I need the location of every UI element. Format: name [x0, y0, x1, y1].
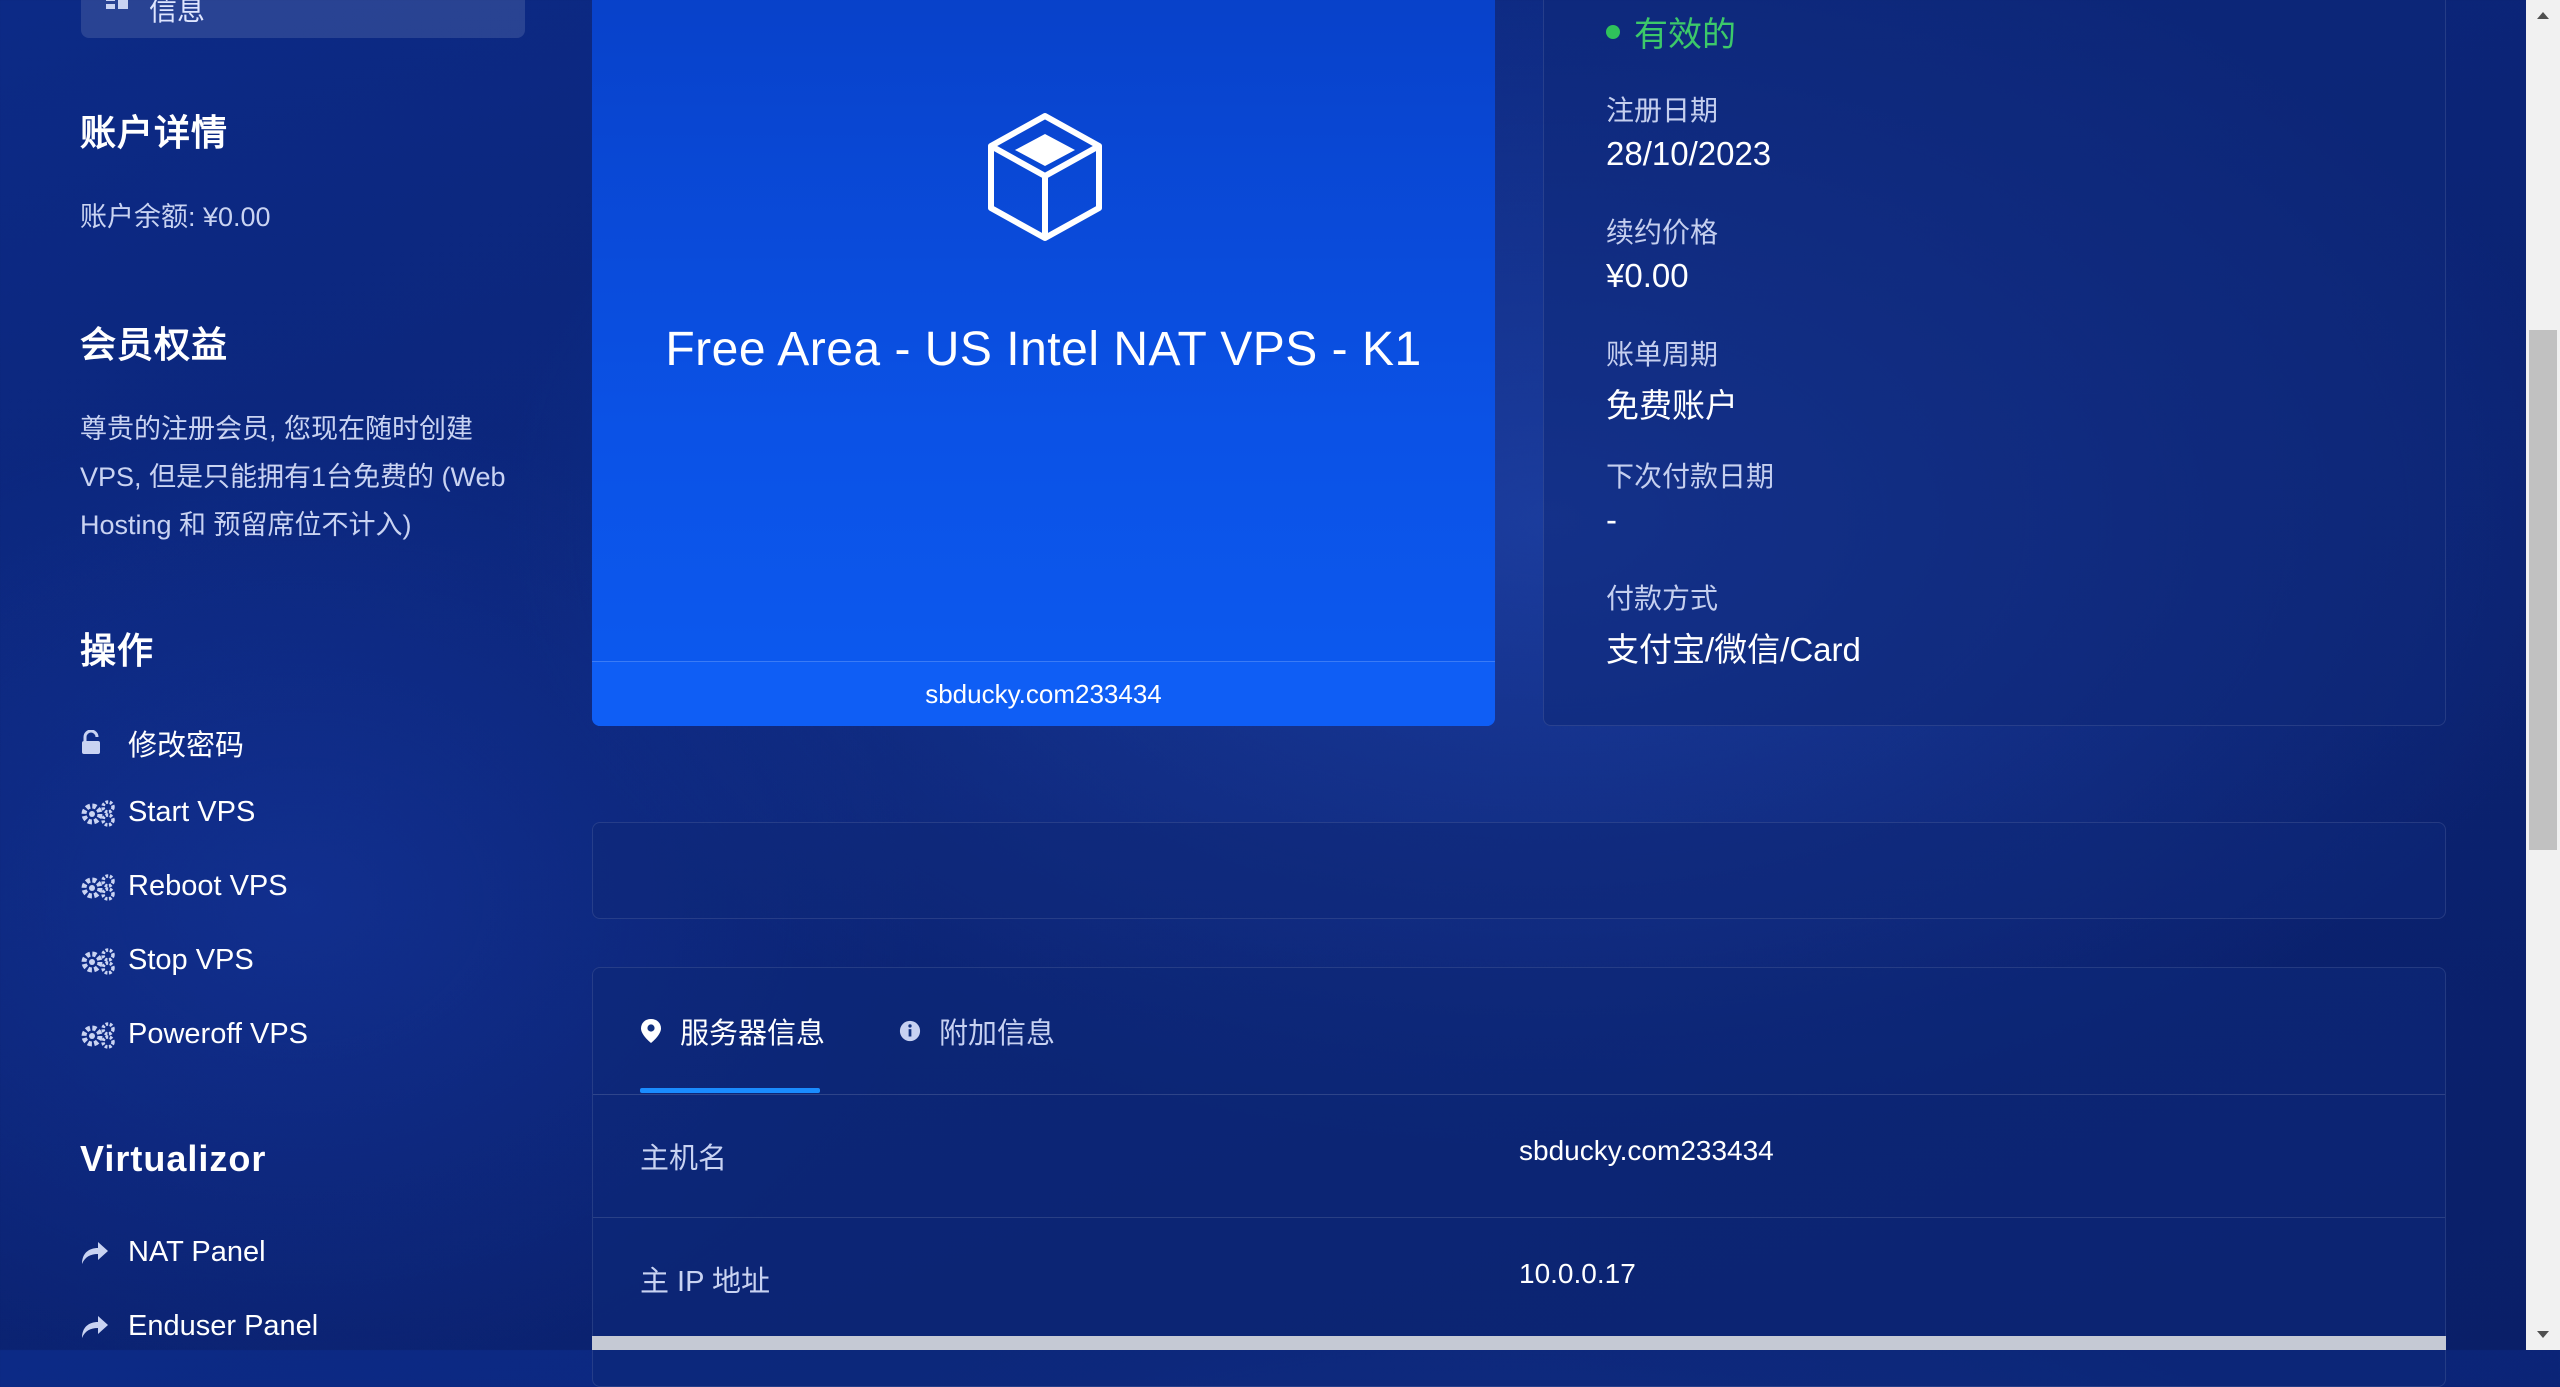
primary-ip-value: 10.0.0.17 — [1519, 1258, 1636, 1289]
lock-icon — [82, 730, 100, 754]
registered-date-label: 注册日期 — [1606, 95, 1719, 126]
gears-icon — [81, 873, 115, 901]
gears-icon — [81, 799, 115, 827]
tab-bar: 服务器信息 附加信息 — [593, 968, 2445, 1095]
account-balance: 账户余额: ¥0.00 — [80, 202, 271, 232]
tab-server-info[interactable]: 服务器信息 — [640, 968, 825, 1094]
scrollbar[interactable] — [2526, 0, 2560, 1350]
poweroff-vps-link[interactable]: Poweroff VPS — [80, 1018, 308, 1051]
stop-vps-link[interactable]: Stop VPS — [80, 944, 254, 977]
hostname-value: sbducky.com233434 — [1519, 1135, 1774, 1166]
membership-description: 尊贵的注册会员, 您现在随时创建VPS, 但是只能拥有1台免费的 (Web Ho… — [80, 414, 506, 540]
actions-heading: 操作 — [80, 630, 155, 671]
payment-method-label: 付款方式 — [1606, 583, 1719, 614]
share-arrow-icon — [82, 1241, 108, 1264]
active-tab-indicator — [640, 1088, 820, 1093]
status-dot-icon — [1606, 24, 1620, 39]
server-info-panel: 服务器信息 附加信息 主机名 sbducky.com233434 主 IP 地址… — [592, 967, 2446, 1387]
hostname-key: 主机名 — [640, 1143, 728, 1175]
reboot-vps-label: Reboot VPS — [128, 870, 288, 902]
map-pin-icon — [641, 1019, 661, 1043]
cube-icon — [988, 113, 1102, 241]
gears-icon — [81, 1021, 115, 1049]
table-row: 主 IP 地址 10.0.0.17 — [593, 1218, 2445, 1341]
change-password-link[interactable]: 修改密码 — [80, 722, 244, 764]
status-text: 有效的 — [1634, 16, 1736, 54]
account-details-heading: 账户详情 — [80, 112, 229, 153]
billing-cycle-label: 账单周期 — [1606, 339, 1719, 370]
start-vps-link[interactable]: Start VPS — [80, 796, 255, 829]
info-nav-label: 信息 — [149, 0, 206, 26]
product-hostname: sbducky.com233434 — [592, 661, 1495, 726]
registered-date-value: 28/10/2023 — [1606, 135, 1772, 172]
membership-heading: 会员权益 — [80, 324, 229, 365]
table-next-row-edge — [592, 1336, 2446, 1350]
renewal-price-label: 续约价格 — [1606, 217, 1719, 248]
next-due-date-value: - — [1606, 501, 1617, 538]
gears-icon — [81, 947, 115, 975]
table-row: 主机名 sbducky.com233434 — [593, 1095, 2445, 1218]
tab-additional-info[interactable]: 附加信息 — [899, 968, 1055, 1094]
enduser-panel-label: Enduser Panel — [128, 1310, 319, 1342]
billing-cycle-value: 免费账户 — [1606, 387, 1738, 424]
scrollbar-thumb[interactable] — [2529, 330, 2557, 850]
dashboard-icon — [106, 0, 128, 9]
renewal-price-value: ¥0.00 — [1606, 257, 1689, 294]
next-due-date-label: 下次付款日期 — [1606, 461, 1775, 492]
share-arrow-icon — [82, 1315, 108, 1338]
scroll-down-arrow-icon[interactable] — [2526, 1320, 2560, 1350]
info-nav-button[interactable]: 信息 — [81, 0, 525, 38]
nat-panel-label: NAT Panel — [128, 1236, 266, 1268]
status-badge: 有效的 — [1606, 7, 1736, 56]
product-name: Free Area - US Intel NAT VPS - K1 — [665, 323, 1422, 376]
billing-card: 有效的 注册日期 28/10/2023 续约价格 ¥0.00 账单周期 免费账户… — [1543, 0, 2446, 726]
product-card: Free Area - US Intel NAT VPS - K1 sbduck… — [592, 0, 1495, 726]
payment-method-value: 支付宝/微信/Card — [1606, 631, 1861, 668]
scroll-up-arrow-icon[interactable] — [2526, 0, 2560, 30]
primary-ip-key: 主 IP 地址 — [640, 1266, 770, 1298]
nat-panel-link[interactable]: NAT Panel — [80, 1236, 266, 1269]
enduser-panel-link[interactable]: Enduser Panel — [80, 1310, 318, 1343]
poweroff-vps-label: Poweroff VPS — [128, 1018, 309, 1050]
tab-additional-info-label: 附加信息 — [939, 1018, 1056, 1050]
start-vps-label: Start VPS — [128, 796, 256, 828]
info-circle-icon — [899, 1020, 921, 1042]
stop-vps-label: Stop VPS — [128, 944, 254, 976]
tab-server-info-label: 服务器信息 — [680, 1018, 826, 1050]
empty-panel — [592, 822, 2446, 919]
virtualizor-heading: Virtualizor — [80, 1138, 267, 1179]
change-password-label: 修改密码 — [128, 730, 245, 762]
reboot-vps-link[interactable]: Reboot VPS — [80, 870, 288, 903]
